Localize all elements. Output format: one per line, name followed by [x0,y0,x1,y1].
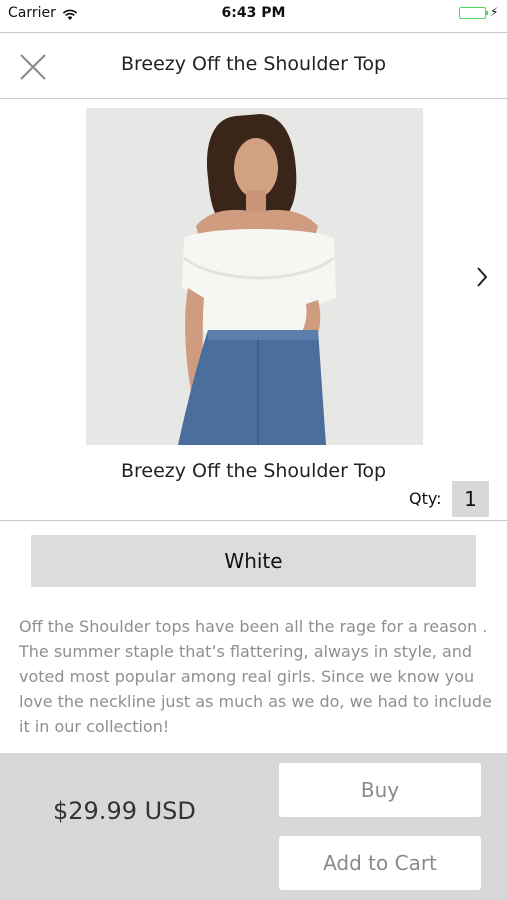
add-to-cart-button[interactable]: Add to Cart [279,836,481,890]
product-name: Breezy Off the Shoulder Top [120,460,387,482]
quantity-label: Qty: [409,489,442,508]
buy-button[interactable]: Buy [279,763,481,817]
price-label: $29.99 USD [53,797,196,825]
product-description: Off the Shoulder tops have been all the … [19,617,492,736]
charging-bolt-icon: ⚡ [490,5,499,19]
page-title: Breezy Off the Shoulder Top [120,53,387,75]
status-bar: Carrier 6:43 PM ⚡ [0,0,507,28]
battery-icon: ⚡ [459,5,499,20]
purchase-bar: $29.99 USD Buy Add to Cart [0,753,507,900]
next-image-chevron-icon[interactable] [470,262,494,292]
product-photo [86,108,423,445]
color-selector[interactable]: White [31,535,476,587]
divider [0,520,507,521]
navigation-bar: Breezy Off the Shoulder Top [0,32,507,99]
quantity-field[interactable]: 1 [452,481,489,517]
clock: 6:43 PM [221,5,286,21]
